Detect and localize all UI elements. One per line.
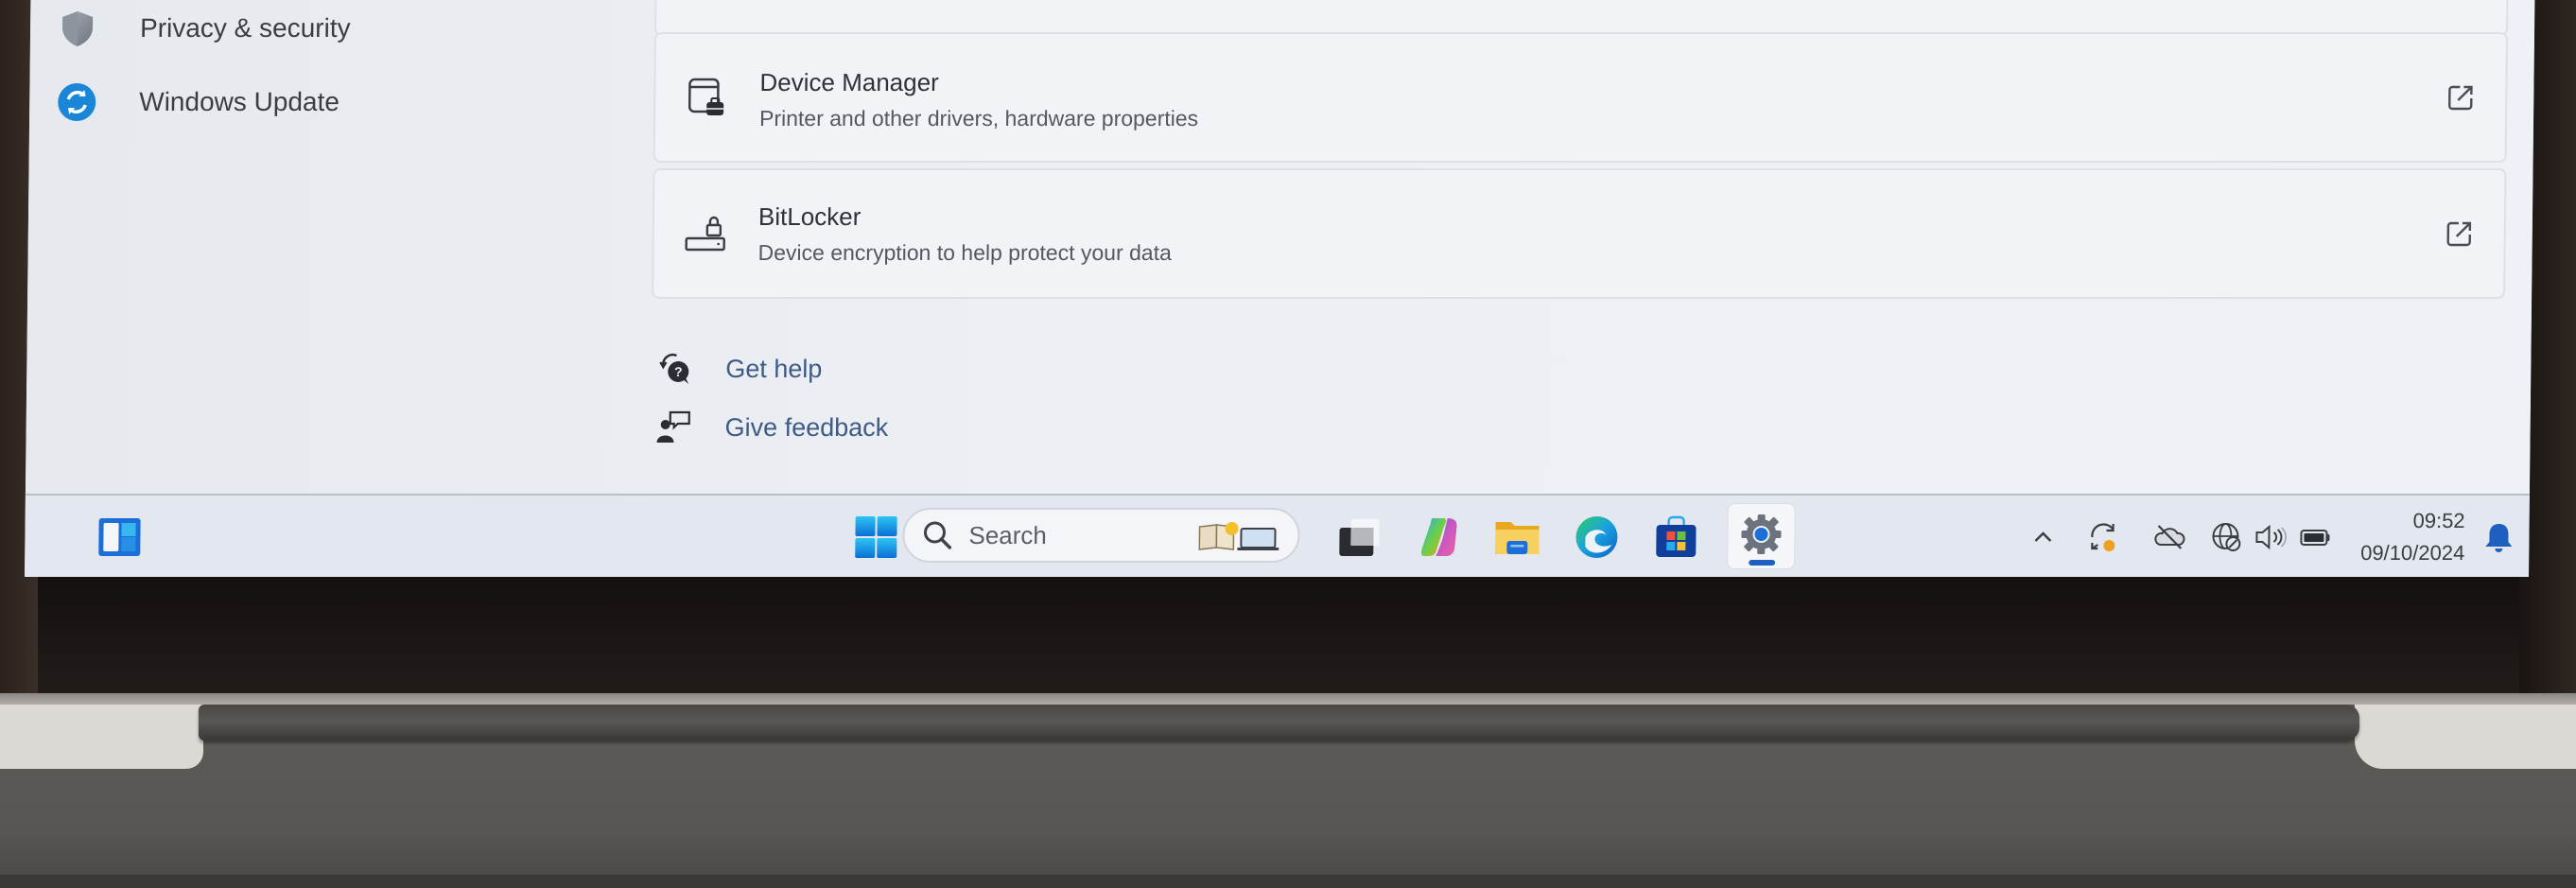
clock-time: 09:52 — [2412, 509, 2465, 532]
volume-icon[interactable] — [2253, 520, 2287, 554]
bitlocker-card[interactable]: BitLocker Device encryption to help prot… — [652, 168, 2507, 299]
widgets-icon[interactable] — [91, 509, 148, 566]
link-label: Give feedback — [724, 412, 889, 442]
device-manager-icon — [684, 74, 732, 121]
search-highlight-icon — [1197, 521, 1284, 551]
windows-start-icon[interactable] — [847, 509, 905, 566]
get-help-link[interactable]: ? Get help — [655, 350, 823, 388]
search-placeholder: Search — [968, 520, 1048, 549]
settings-window: Privacy & security Windows Update Device… — [25, 0, 2535, 494]
screen-bezel — [0, 577, 2576, 700]
clock-date: 09/10/2024 — [2360, 541, 2465, 565]
sync-icon[interactable] — [2086, 520, 2120, 554]
network-icon[interactable] — [2209, 520, 2243, 554]
cloud-off-icon[interactable] — [2152, 520, 2186, 554]
give-feedback-icon — [654, 409, 692, 446]
taskbar-clock[interactable]: 09:52 09/10/2024 — [2313, 509, 2465, 566]
file-explorer-icon[interactable] — [1488, 509, 1546, 566]
sidebar-item-label: Windows Update — [139, 87, 340, 116]
sidebar-item-windows-update[interactable]: Windows Update — [56, 76, 339, 129]
copilot-icon[interactable] — [1411, 509, 1469, 566]
protective-paper-right — [2355, 705, 2576, 769]
get-help-icon: ? — [655, 350, 693, 388]
settings-card-partial[interactable] — [653, 0, 2509, 36]
task-view-icon[interactable] — [1330, 509, 1387, 566]
taskbar: Search 09:52 09/10/2024 — [25, 494, 2530, 577]
card-title: Device Manager — [759, 68, 939, 96]
shield-icon — [57, 8, 98, 49]
sidebar-item-label: Privacy & security — [139, 13, 351, 43]
card-subtitle: Printer and other drivers, hardware prop… — [758, 106, 1199, 131]
taskbar-search-box[interactable]: Search — [902, 508, 1300, 563]
protective-paper-left — [0, 705, 203, 769]
laptop-hinge — [199, 705, 2359, 740]
link-label: Get help — [725, 354, 823, 383]
external-link-icon[interactable] — [2444, 218, 2476, 250]
give-feedback-link[interactable]: Give feedback — [654, 409, 888, 446]
settings-gear-icon — [1739, 513, 1784, 561]
chevron-up-icon[interactable] — [2026, 520, 2060, 554]
settings-taskbar-button[interactable] — [1727, 503, 1796, 569]
card-title: BitLocker — [757, 202, 862, 231]
base-edge — [0, 875, 2576, 888]
bitlocker-icon — [683, 210, 731, 257]
screen: Privacy & security Windows Update Device… — [25, 0, 2535, 577]
search-icon — [921, 519, 953, 551]
card-subtitle: Device encryption to help protect your d… — [757, 240, 1172, 265]
edge-icon[interactable] — [1568, 509, 1626, 566]
bell-icon[interactable] — [2481, 520, 2515, 554]
sidebar-item-privacy-security[interactable]: Privacy & security — [57, 2, 351, 55]
settings-sidebar: Privacy & security Windows Update — [26, 0, 635, 494]
device-manager-card[interactable]: Device Manager Printer and other drivers… — [653, 32, 2509, 163]
active-indicator — [1749, 560, 1776, 566]
external-link-icon[interactable] — [2445, 81, 2477, 113]
store-icon[interactable] — [1647, 509, 1705, 566]
windows-update-icon — [56, 81, 97, 123]
svg-text:?: ? — [674, 364, 683, 379]
